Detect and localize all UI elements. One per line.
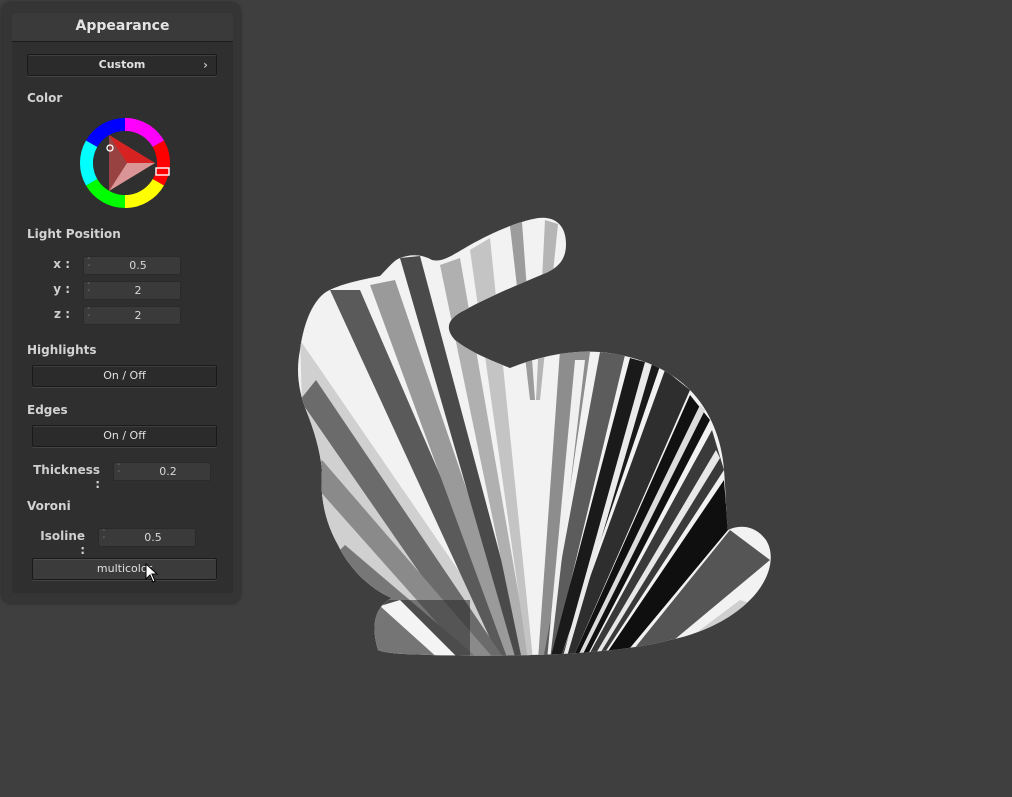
spinner-arrows-icon[interactable]: ˄ ˅	[102, 530, 110, 545]
preset-label: Custom	[98, 58, 146, 71]
voronoi-label: Voroni	[27, 499, 71, 513]
light-z-value[interactable]: 2	[96, 307, 180, 324]
edges-label: Edges	[27, 403, 68, 417]
spinner-arrows-icon[interactable]: ˄ ˅	[87, 258, 95, 273]
light-y-spinbox[interactable]: ˄ ˅ 2	[83, 281, 181, 300]
panel-title: Appearance	[12, 13, 233, 42]
light-x-value[interactable]: 0.5	[96, 257, 180, 274]
thickness-value[interactable]: 0.2	[126, 463, 210, 480]
appearance-panel: Appearance Custom › Color Light Position…	[2, 3, 240, 603]
edges-toggle-button[interactable]: On / Off	[32, 425, 217, 447]
light-position-label: Light Position	[27, 227, 121, 241]
mouse-cursor-icon	[145, 563, 159, 583]
light-x-spinbox[interactable]: ˄ ˅ 0.5	[83, 256, 181, 275]
light-z-spinbox[interactable]: ˄ ˅ 2	[83, 306, 181, 325]
color-wheel[interactable]	[79, 117, 171, 209]
highlights-label: Highlights	[27, 343, 97, 357]
chevron-right-icon: ›	[203, 58, 208, 72]
spinner-arrows-icon[interactable]: ˄ ˅	[117, 464, 125, 479]
thickness-spinbox[interactable]: ˄ ˅ 0.2	[113, 462, 211, 481]
spinner-arrows-icon[interactable]: ˄ ˅	[87, 308, 95, 323]
thickness-label: Thickness :	[33, 463, 100, 491]
isoline-spinbox[interactable]: ˄ ˅ 0.5	[98, 528, 196, 547]
light-y-label: y :	[53, 282, 70, 296]
light-x-label: x :	[53, 257, 70, 271]
multicolor-button[interactable]: multicolor	[32, 558, 217, 580]
spinner-arrows-icon[interactable]: ˄ ˅	[87, 283, 95, 298]
light-y-value[interactable]: 2	[96, 282, 180, 299]
appearance-panel-body: Appearance Custom › Color Light Position…	[12, 13, 233, 593]
light-z-label: z :	[54, 307, 70, 321]
color-section-label: Color	[27, 91, 63, 105]
isoline-value[interactable]: 0.5	[111, 529, 195, 546]
preset-dropdown[interactable]: Custom ›	[27, 54, 217, 76]
isoline-label: Isoline :	[40, 529, 85, 557]
highlights-toggle-button[interactable]: On / Off	[32, 365, 217, 387]
